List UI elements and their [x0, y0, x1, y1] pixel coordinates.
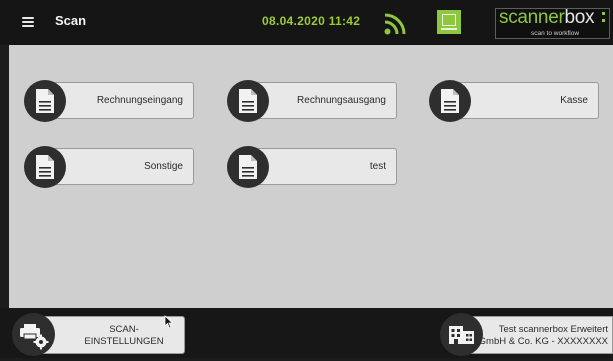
profile-label: Kasse — [560, 95, 588, 106]
scan-settings-button[interactable]: SCAN- EINSTELLUNGEN — [12, 313, 185, 356]
date-time: 08.04.2020 11:42 — [262, 14, 361, 28]
profile-label: test — [369, 161, 386, 172]
profile-button-rechnungseingang[interactable]: Rechnungseingang — [24, 80, 194, 122]
building-icon — [440, 313, 483, 356]
profile-button-test[interactable]: test — [227, 146, 397, 188]
profile-button-kasse[interactable]: Kasse — [429, 80, 599, 122]
document-icon — [24, 80, 66, 122]
printer-settings-icon — [12, 313, 55, 356]
profile-label: Rechnungsausgang — [297, 95, 386, 106]
hamburger-menu-icon[interactable] — [22, 17, 34, 27]
scannerbox-logo: scannerbox scan to workflow — [495, 7, 610, 39]
document-icon — [24, 146, 66, 188]
document-icon — [429, 80, 471, 122]
document-icon — [227, 80, 269, 122]
company-button[interactable]: Test scannerbox Erweitert GmbH & Co. KG … — [440, 313, 613, 356]
logo-tagline: scan to workflow — [531, 30, 580, 37]
profile-label: Sonstige — [144, 161, 183, 172]
scan-profile-panel: Rechnungseingang Rechnungsausgang Kasse … — [9, 45, 613, 308]
profile-button-sonstige[interactable]: Sonstige — [24, 146, 194, 188]
device-status-icon[interactable] — [437, 10, 461, 34]
top-bar: Scan 08.04.2020 11:42 scannerbox scan to… — [0, 0, 613, 45]
mouse-pointer-icon — [164, 315, 174, 329]
bottom-bar: SCAN- EINSTELLUNGEN Test scannerbox Erwe… — [0, 308, 613, 358]
company-name: Test scannerbox Erweitert GmbH & Co. KG … — [478, 324, 608, 347]
page-title: Scan — [55, 13, 87, 28]
document-icon — [227, 146, 269, 188]
profile-label: Rechnungseingang — [96, 95, 183, 106]
profile-button-rechnungsausgang[interactable]: Rechnungsausgang — [227, 80, 397, 122]
wifi-signal-icon — [384, 13, 406, 35]
